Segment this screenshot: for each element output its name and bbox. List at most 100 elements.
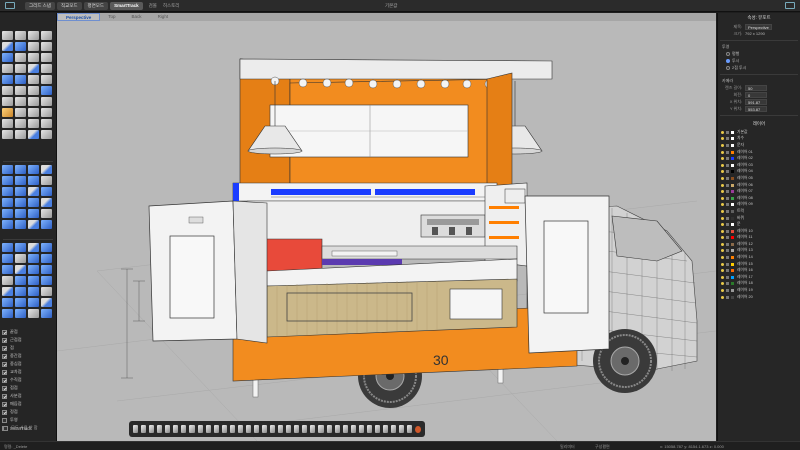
command-line[interactable]: 명령: _Delete bbox=[4, 444, 27, 450]
tool-icon[interactable] bbox=[15, 276, 26, 285]
osnap-checkbox[interactable] bbox=[2, 329, 7, 335]
osnap-item[interactable]: 사분점 bbox=[2, 392, 55, 400]
tool-icon[interactable] bbox=[41, 130, 52, 139]
viewport-title-field[interactable]: Perspective bbox=[745, 23, 772, 30]
viewport-tab-back[interactable]: Back bbox=[124, 13, 150, 21]
camera-value-field[interactable]: 591.87 bbox=[745, 98, 767, 105]
tool-icon[interactable] bbox=[41, 187, 52, 196]
tool-icon[interactable] bbox=[15, 176, 26, 185]
lock-icon[interactable] bbox=[726, 143, 729, 147]
lock-icon[interactable] bbox=[726, 223, 729, 227]
lock-icon[interactable] bbox=[726, 183, 729, 187]
layer-row[interactable]: 레이어 18 bbox=[718, 281, 800, 288]
osnap-item[interactable]: 수직점 bbox=[2, 376, 55, 384]
lock-icon[interactable] bbox=[726, 269, 729, 273]
tool-icon[interactable] bbox=[41, 209, 52, 218]
tool-icon[interactable] bbox=[41, 243, 52, 252]
projection-option[interactable]: 2점 투시 bbox=[718, 64, 800, 71]
lightbulb-icon[interactable] bbox=[721, 275, 724, 279]
radio-button[interactable] bbox=[726, 51, 730, 56]
lock-icon[interactable] bbox=[726, 289, 729, 293]
lightbulb-icon[interactable] bbox=[721, 236, 724, 240]
tool-icon[interactable] bbox=[15, 53, 26, 62]
lightbulb-icon[interactable] bbox=[721, 289, 724, 293]
command-icon[interactable] bbox=[157, 425, 163, 433]
lock-icon[interactable] bbox=[726, 242, 729, 246]
layer-row[interactable]: 문자 bbox=[718, 142, 800, 149]
tool-icon[interactable] bbox=[15, 42, 26, 51]
tool-icon[interactable] bbox=[2, 42, 13, 51]
tool-icon[interactable] bbox=[41, 165, 52, 174]
layer-color-swatch[interactable] bbox=[731, 183, 734, 187]
tool-icon[interactable] bbox=[2, 86, 13, 95]
disable-all-checkbox[interactable] bbox=[3, 425, 8, 431]
layer-color-swatch[interactable] bbox=[731, 269, 734, 273]
lightbulb-icon[interactable] bbox=[721, 209, 724, 213]
command-icon[interactable] bbox=[173, 425, 179, 433]
lock-icon[interactable] bbox=[726, 209, 729, 213]
command-icon[interactable] bbox=[286, 425, 292, 433]
osnap-toggle-1[interactable]: 직교모드 bbox=[56, 1, 82, 10]
tool-icon[interactable] bbox=[28, 209, 39, 218]
layer-row[interactable]: 치수 bbox=[718, 136, 800, 143]
tool-icon[interactable] bbox=[2, 64, 13, 73]
lightbulb-icon[interactable] bbox=[721, 203, 724, 207]
osnap-checkbox[interactable] bbox=[2, 393, 7, 399]
tool-icon[interactable] bbox=[28, 254, 39, 263]
tool-icon[interactable] bbox=[2, 97, 13, 106]
lightbulb-icon[interactable] bbox=[721, 249, 724, 253]
layer-color-swatch[interactable] bbox=[731, 262, 734, 266]
lightbulb-icon[interactable] bbox=[721, 196, 724, 200]
tool-icon[interactable] bbox=[41, 108, 52, 117]
tool-icon[interactable] bbox=[28, 108, 39, 117]
layer-color-swatch[interactable] bbox=[731, 275, 734, 279]
tool-icon[interactable] bbox=[28, 97, 39, 106]
command-icon[interactable] bbox=[149, 425, 155, 433]
tool-icon[interactable] bbox=[15, 265, 26, 274]
lock-icon[interactable] bbox=[726, 203, 729, 207]
gumball-toggle[interactable]: 검볼 bbox=[149, 3, 157, 9]
perspective-scene[interactable]: 30 bbox=[57, 21, 716, 441]
layer-color-swatch[interactable] bbox=[731, 242, 734, 246]
tool-icon[interactable] bbox=[41, 198, 52, 207]
layer-row[interactable]: 레이어 02 bbox=[718, 155, 800, 162]
tool-icon[interactable] bbox=[41, 75, 52, 84]
tool-icon[interactable] bbox=[2, 309, 13, 318]
layer-color-swatch[interactable] bbox=[731, 163, 734, 167]
tool-icon[interactable] bbox=[15, 187, 26, 196]
command-icon[interactable] bbox=[165, 425, 171, 433]
lock-icon[interactable] bbox=[726, 229, 729, 233]
lightbulb-icon[interactable] bbox=[721, 170, 724, 174]
command-icon[interactable] bbox=[213, 425, 219, 433]
lock-icon[interactable] bbox=[726, 163, 729, 167]
tool-icon[interactable] bbox=[15, 298, 26, 307]
tool-icon[interactable] bbox=[2, 119, 13, 128]
tool-icon[interactable] bbox=[28, 53, 39, 62]
layer-row[interactable]: 레이어 10 bbox=[718, 228, 800, 235]
command-icon[interactable] bbox=[221, 425, 227, 433]
command-icon[interactable] bbox=[358, 425, 364, 433]
lightbulb-icon[interactable] bbox=[721, 269, 724, 273]
layer-color-swatch[interactable] bbox=[731, 157, 734, 161]
lock-icon[interactable] bbox=[726, 150, 729, 154]
lightbulb-icon[interactable] bbox=[721, 282, 724, 286]
osnap-item[interactable]: 끝점 bbox=[2, 328, 55, 336]
lightbulb-icon[interactable] bbox=[721, 150, 724, 154]
osnap-item[interactable]: 정점 bbox=[2, 408, 55, 416]
layer-row[interactable]: 기본값 bbox=[718, 129, 800, 136]
layer-color-swatch[interactable] bbox=[731, 196, 734, 200]
lightbulb-icon[interactable] bbox=[721, 176, 724, 180]
tool-icon[interactable] bbox=[15, 243, 26, 252]
layer-row[interactable]: 레이어 01 bbox=[718, 149, 800, 156]
tool-icon[interactable] bbox=[15, 130, 26, 139]
tool-icon[interactable] bbox=[2, 243, 13, 252]
command-icon[interactable] bbox=[229, 425, 235, 433]
tool-icon[interactable] bbox=[41, 220, 52, 229]
osnap-checkbox[interactable] bbox=[2, 369, 7, 375]
osnap-checkbox[interactable] bbox=[2, 409, 7, 415]
lock-icon[interactable] bbox=[726, 170, 729, 174]
command-icon[interactable] bbox=[278, 425, 284, 433]
layer-color-swatch[interactable] bbox=[731, 229, 734, 233]
lightbulb-icon[interactable] bbox=[721, 130, 724, 134]
lock-icon[interactable] bbox=[726, 262, 729, 266]
